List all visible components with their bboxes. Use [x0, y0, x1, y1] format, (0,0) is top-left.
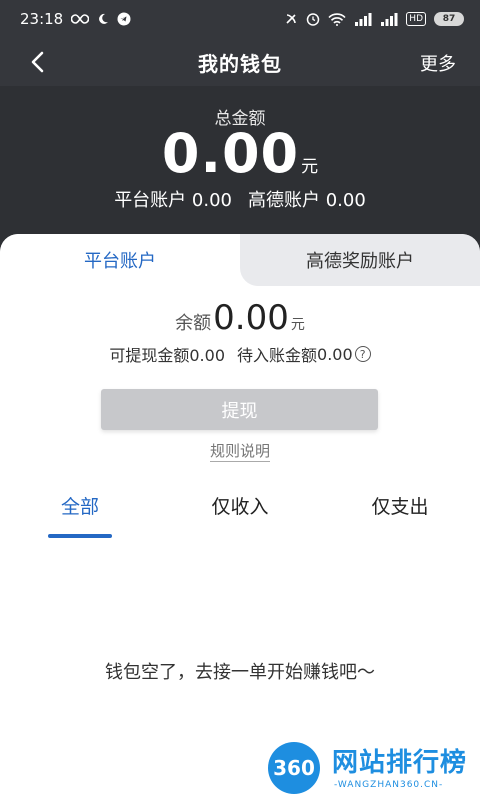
active-tab-indicator	[48, 534, 112, 538]
withdrawable-label: 可提现金额	[109, 346, 190, 365]
account-card: 平台账户 高德奖励账户 余额 0.00 元 可提现金额0.00 待入账金额 0.0…	[0, 234, 480, 800]
pending-amount: 0.00	[317, 344, 353, 364]
pending-label: 待入账金额	[237, 346, 318, 365]
platform-account-summary: 平台账户 0.00	[114, 186, 232, 212]
hd-icon: HD	[406, 12, 426, 26]
watermark: 360 网站排行榜 -WANGZHAN360.CN-	[268, 738, 480, 800]
withdraw-button[interactable]: 提现	[101, 389, 378, 430]
tab-amap-reward-account[interactable]: 高德奖励账户	[240, 234, 480, 286]
alarm-icon	[306, 12, 320, 26]
status-left: 23:18	[20, 10, 131, 28]
signal-1-icon	[354, 12, 372, 26]
tab-all[interactable]: 全部	[48, 492, 112, 519]
battery-icon: 87	[434, 12, 464, 26]
withdrawable-amount: 0.00	[189, 346, 225, 365]
status-right: HD 87	[284, 12, 464, 26]
wifi-icon	[328, 12, 346, 26]
account-tabs: 平台账户 高德奖励账户	[0, 234, 480, 286]
status-time: 23:18	[20, 10, 64, 28]
nfc-icon	[284, 12, 298, 26]
wallet-summary: 总金额 0.00 元 平台账户 0.00 高德账户 0.00	[0, 86, 480, 256]
telegram-icon	[117, 12, 131, 26]
balance-amount: 0.00	[213, 298, 289, 338]
nav-bar: 我的钱包 更多	[0, 38, 480, 86]
sub-accounts: 平台账户 0.00 高德账户 0.00	[0, 186, 480, 212]
pending-info: 待入账金额 0.00 ?	[237, 342, 371, 366]
platform-account-label: 平台账户	[114, 190, 187, 211]
total-amount-row: 0.00 元	[0, 122, 480, 185]
amap-account-label: 高德账户	[248, 190, 320, 211]
total-unit: 元	[301, 157, 319, 177]
chevron-left-icon	[31, 51, 44, 73]
amap-account-amount: 0.00	[325, 190, 366, 211]
watermark-title: 网站排行榜	[332, 748, 468, 778]
back-button[interactable]	[24, 48, 52, 76]
tab-income-only[interactable]: 仅收入	[200, 492, 280, 519]
page-title: 我的钱包	[198, 51, 282, 76]
total-amount: 0.00	[161, 122, 300, 185]
tab-platform-account[interactable]: 平台账户	[0, 234, 240, 286]
status-bar: 23:18 HD 87	[0, 0, 480, 38]
balance-detail: 可提现金额0.00 待入账金额 0.00 ?	[0, 342, 480, 366]
more-button[interactable]: 更多	[420, 50, 456, 76]
platform-account-amount: 0.00	[191, 190, 232, 211]
rules-link[interactable]: 规则说明	[209, 442, 270, 462]
watermark-logo: 360	[268, 742, 320, 794]
question-icon[interactable]: ?	[354, 346, 371, 362]
balance-label: 余额	[175, 313, 212, 334]
withdrawable-info: 可提现金额0.00	[109, 342, 225, 366]
rules-link-wrap: 规则说明	[0, 440, 480, 462]
amap-account-summary: 高德账户 0.00	[248, 186, 366, 212]
empty-state-message: 钱包空了，去接一单开始赚钱吧～	[105, 662, 375, 683]
balance-row: 余额 0.00 元	[0, 298, 480, 338]
moon-icon	[97, 13, 109, 25]
infinity-icon	[71, 14, 90, 24]
signal-2-icon	[380, 12, 398, 26]
watermark-subtitle: -WANGZHAN360.CN-	[334, 780, 444, 790]
balance-unit: 元	[290, 317, 305, 333]
tab-expense-only[interactable]: 仅支出	[360, 492, 440, 519]
